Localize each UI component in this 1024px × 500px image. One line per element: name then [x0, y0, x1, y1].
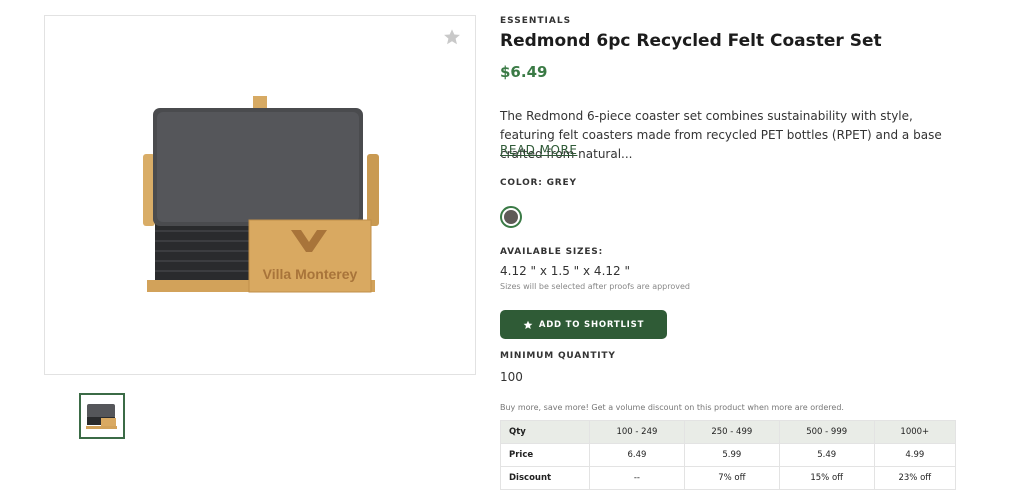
sizes-note: Sizes will be selected after proofs are …: [500, 282, 690, 291]
table-cell: 6.49: [589, 443, 685, 467]
read-more-link[interactable]: READ MORE: [500, 143, 577, 157]
table-row: Price 6.49 5.99 5.49 4.99: [500, 443, 957, 467]
product-image-frame: Villa Monterey: [44, 15, 476, 375]
add-to-shortlist-button[interactable]: ADD TO SHORTLIST: [500, 310, 667, 339]
table-cell: 23% off: [873, 466, 957, 490]
table-header-cell: 1000+: [873, 420, 957, 444]
table-cell: Price: [500, 443, 590, 467]
table-cell: 15% off: [778, 466, 875, 490]
product-title: Redmond 6pc Recycled Felt Coaster Set: [500, 31, 882, 51]
pricing-table: Qty 100 - 249 250 - 499 500 - 999 1000+ …: [500, 420, 957, 490]
thumbnail-image: [86, 404, 117, 429]
star-icon: [523, 320, 533, 329]
sizes-label: AVAILABLE SIZES:: [500, 247, 603, 257]
table-header-cell: 500 - 999: [778, 420, 875, 444]
table-row: Discount -- 7% off 15% off 23% off: [500, 466, 957, 490]
table-cell: 4.99: [873, 443, 957, 467]
swatch-dot: [504, 210, 518, 224]
color-label: COLOR: GREY: [500, 178, 577, 188]
color-swatch-grey[interactable]: [500, 206, 522, 228]
logo-watermark: Villa Monterey: [263, 266, 358, 282]
product-category: ESSENTIALS: [500, 16, 572, 26]
size-value: 4.12 " x 1.5 " x 4.12 ": [500, 264, 630, 278]
table-header-cell: 100 - 249: [589, 420, 685, 444]
product-main-image: Villa Monterey: [143, 96, 379, 293]
table-header-cell: 250 - 499: [683, 420, 780, 444]
table-cell: Discount: [500, 466, 590, 490]
table-cell: 7% off: [683, 466, 780, 490]
table-cell: 5.49: [778, 443, 875, 467]
table-header-row: Qty 100 - 249 250 - 499 500 - 999 1000+: [500, 420, 957, 444]
product-thumbnail[interactable]: [79, 393, 125, 439]
product-price: $6.49: [500, 63, 548, 81]
shortlist-label: ADD TO SHORTLIST: [538, 319, 645, 330]
favorite-star-icon[interactable]: [443, 28, 461, 46]
min-quantity-value: 100: [500, 370, 523, 384]
table-cell: --: [589, 466, 685, 490]
table-cell: 5.99: [683, 443, 780, 467]
min-quantity-label: MINIMUM QUANTITY: [500, 351, 616, 361]
table-header-cell: Qty: [500, 420, 590, 444]
volume-discount-note: Buy more, save more! Get a volume discou…: [500, 403, 844, 412]
